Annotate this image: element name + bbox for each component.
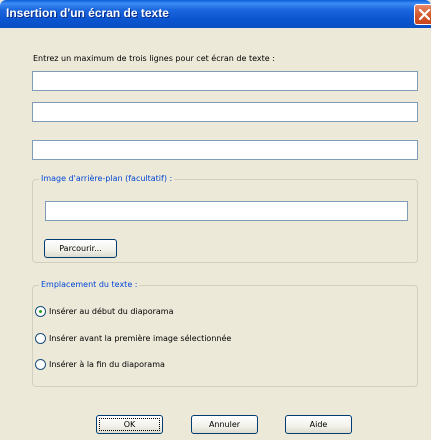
placement-option-start-label: Insérer au début du diaporama <box>49 307 174 316</box>
placement-option-end-label: Insérer à la fin du diaporama <box>49 360 165 369</box>
window-title: Insertion d'un écran de texte <box>6 6 169 20</box>
background-image-group-label: Image d'arrière-plan (facultatif) : <box>39 174 175 183</box>
placement-option-before-selected-label: Insérer avant la première image sélectio… <box>49 334 232 343</box>
browse-button[interactable]: Parcourir... <box>44 239 117 258</box>
radio-selected-icon[interactable] <box>35 306 46 317</box>
radio-unselected-icon[interactable] <box>35 333 46 344</box>
cancel-button-label: Annuler <box>208 420 241 429</box>
text-placement-group-label: Emplacement du texte : <box>39 280 140 289</box>
ok-button[interactable]: OK <box>96 415 163 434</box>
radio-unselected-icon[interactable] <box>35 359 46 370</box>
browse-button-label: Parcourir... <box>59 244 102 253</box>
close-button[interactable] <box>414 4 431 25</box>
text-line-3-input[interactable] <box>32 140 418 160</box>
close-icon <box>418 8 431 21</box>
text-prompt-label: Entrez un maximum de trois lignes pour c… <box>33 54 275 63</box>
text-line-2-input[interactable] <box>32 102 418 122</box>
cancel-button[interactable]: Annuler <box>191 415 258 434</box>
background-image-path-input[interactable] <box>45 201 408 221</box>
help-button-label: Aide <box>309 420 328 429</box>
help-button[interactable]: Aide <box>285 415 352 434</box>
title-bar: Insertion d'un écran de texte <box>0 0 431 28</box>
text-line-1-input[interactable] <box>32 71 418 91</box>
